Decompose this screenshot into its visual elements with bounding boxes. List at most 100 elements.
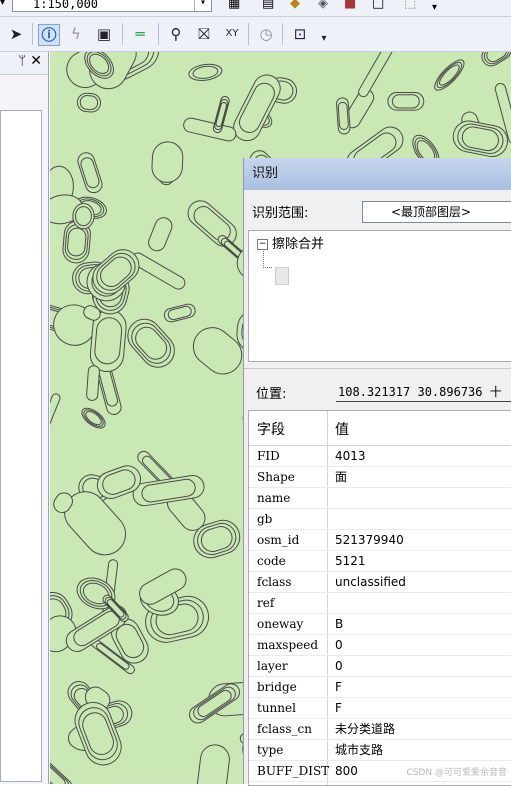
field-name: tunnel: [257, 701, 296, 715]
buffer-shape: [188, 63, 223, 81]
buffer-shape: [50, 756, 73, 784]
field-name: ORIG_FID: [257, 782, 319, 785]
buffer-shape: [434, 59, 465, 91]
table-row[interactable]: ref: [249, 593, 511, 614]
add-data-icon[interactable]: ◆: [290, 0, 300, 11]
buffer-shape: [77, 152, 103, 194]
buffer-shape: [336, 97, 351, 135]
field-name: layer: [257, 659, 288, 673]
viewer-icon[interactable]: ⊡: [290, 24, 310, 44]
field-name: bridge: [257, 680, 297, 694]
buffer-shape: [163, 303, 196, 323]
toc-list[interactable]: [0, 110, 42, 782]
close-icon[interactable]: ✕: [30, 53, 42, 69]
table-row[interactable]: name: [249, 488, 511, 509]
table-row[interactable]: type 城市支路: [249, 740, 511, 761]
identify-results-tree[interactable]: − 擦除合并: [248, 230, 511, 362]
table-row[interactable]: layer 0: [249, 656, 511, 677]
model-builder-icon[interactable]: ⬚: [404, 0, 416, 11]
field-name: fclass: [257, 575, 292, 589]
field-name: fclass_cn: [257, 722, 312, 736]
python-window-icon[interactable]: □: [372, 0, 384, 11]
table-row[interactable]: bridge F: [249, 677, 511, 698]
location-row: 位置: 108.321317 30.896736 十: [244, 368, 511, 413]
tools-toolbar: ➤ ⓘ ϟ ▣ ═ ⚲ ⛝ XY ◷ ⊡ ▾: [0, 17, 511, 52]
toolbar-options-icon[interactable]: ▾: [432, 2, 437, 13]
toolbar-separator: [158, 23, 159, 45]
table-row[interactable]: oneway B: [249, 614, 511, 635]
identify-title-bar[interactable]: 识别: [244, 158, 511, 190]
buffer-shape: [233, 74, 281, 142]
dropdown-arrow-icon[interactable]: ▾: [0, 0, 5, 8]
tree-item-label: 擦除合并: [272, 237, 325, 252]
table-row[interactable]: Shape 面: [249, 467, 511, 488]
field-name: maxspeed: [257, 638, 319, 652]
header-value[interactable]: 值: [335, 419, 349, 439]
map-scale-combo[interactable]: 1:150,000 ▾: [12, 0, 212, 12]
field-name: BUFF_DIST: [257, 764, 330, 778]
field-name: osm_id: [257, 533, 300, 547]
table-row[interactable]: fclass unclassified: [249, 572, 511, 593]
toolbar-separator: [32, 23, 33, 45]
buffer-shape: [86, 365, 100, 401]
goto-xy-icon[interactable]: XY: [222, 24, 242, 44]
identify-window: 识别 识别范围: <最顶部图层> − 擦除合并 位置: 108.321317 30…: [243, 158, 511, 786]
table-row[interactable]: osm_id 521379940: [249, 530, 511, 551]
chevron-down-icon[interactable]: ▾: [194, 0, 211, 11]
tree-item-feature[interactable]: [275, 267, 289, 285]
find-route-icon[interactable]: ⛝: [194, 24, 214, 44]
measure-icon[interactable]: ═: [130, 24, 150, 44]
location-label: 位置:: [256, 387, 287, 402]
table-row[interactable]: maxspeed 0: [249, 635, 511, 656]
table-row[interactable]: code 5121: [249, 551, 511, 572]
field-name: type: [257, 743, 284, 757]
identify-range-select[interactable]: <最顶部图层>: [362, 201, 511, 223]
field-value: F: [335, 701, 342, 715]
field-value: 城市支路: [335, 743, 384, 757]
field-value: 2050: [335, 782, 366, 785]
standard-toolbar: 1:150,000 ▾ ▾ ▦ ▤ ◆ ◈ ■ □ ⬚ ▾: [0, 0, 511, 17]
buffer-shape: [50, 393, 61, 432]
toolbar-options-icon[interactable]: ▾: [314, 29, 334, 49]
arctoolbox-icon[interactable]: ■: [344, 0, 356, 11]
table-row[interactable]: FID 4013: [249, 446, 511, 467]
pin-icon[interactable]: ᛘ: [18, 54, 26, 69]
buffer-shape: [452, 120, 508, 157]
identify-icon[interactable]: ⓘ: [38, 24, 60, 46]
attribute-table: 字段 值 FID 4013 Shape 面 name gb osm_id 521379940 c…: [248, 410, 511, 786]
field-value: 0: [335, 638, 343, 652]
html-popup-icon[interactable]: ▣: [94, 24, 114, 44]
editor-icon[interactable]: ▤: [262, 0, 274, 11]
header-field[interactable]: 字段: [257, 419, 285, 439]
tree-connector: [263, 249, 272, 268]
panel-header: ᛘ ✕: [0, 52, 48, 75]
location-underline: [336, 401, 511, 402]
attribute-rows: FID 4013 Shape 面 name gb osm_id 521379940 code 51…: [249, 446, 511, 785]
field-name: Shape: [257, 470, 295, 484]
buffer-shape: [358, 52, 397, 98]
field-value: 未分类道路: [335, 722, 396, 736]
identify-range-label: 识别范围:: [252, 206, 309, 221]
field-name: FID: [257, 449, 280, 463]
select-arrow-icon[interactable]: ➤: [6, 24, 26, 44]
buffer-shape: [387, 92, 425, 111]
buffer-shape: [148, 217, 173, 252]
full-extent-icon[interactable]: ▦: [228, 0, 240, 11]
table-of-contents-panel: ᛘ ✕: [0, 52, 49, 784]
table-row[interactable]: ORIG_FID 2050: [249, 782, 511, 785]
lightning-icon[interactable]: ϟ: [66, 24, 86, 44]
toolbar-separator: [282, 23, 283, 45]
table-row[interactable]: fclass_cn 未分类道路: [249, 719, 511, 740]
field-value: unclassified: [335, 575, 406, 589]
find-binoculars-icon[interactable]: ⚲: [166, 24, 186, 44]
field-value: B: [335, 617, 344, 631]
catalog-icon[interactable]: ◈: [318, 0, 328, 11]
buffer-shape: [72, 202, 95, 230]
buffer-shape: [196, 744, 230, 784]
table-row[interactable]: gb: [249, 509, 511, 530]
time-slider-icon[interactable]: ◷: [256, 24, 276, 44]
table-row[interactable]: tunnel F: [249, 698, 511, 719]
buffer-shape: [81, 407, 106, 429]
field-value: 521379940: [335, 533, 404, 547]
buffer-shape: [183, 117, 237, 142]
